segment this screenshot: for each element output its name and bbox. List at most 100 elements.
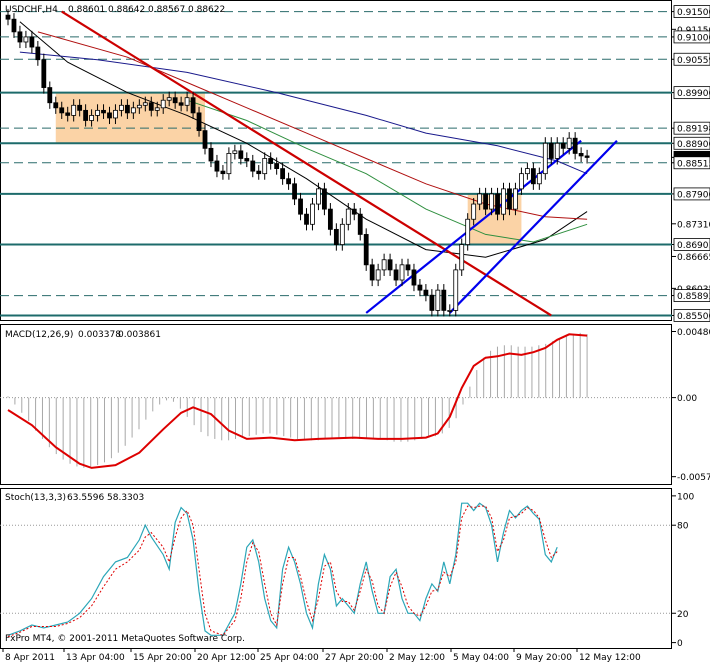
time-tick-label: 12 May 12:00 (579, 653, 641, 663)
candle-body (23, 36, 29, 43)
price-title: USDCHF,H4 (5, 5, 58, 15)
candle-body (572, 137, 578, 154)
chart-window: 0.00480 0.00 -0.00574 100 80 20 0 0.91500 0.91… (0, 0, 710, 663)
time-tick-label: 15 Apr 20:00 (133, 653, 192, 663)
candle-body (477, 193, 483, 205)
range-zone-0 (55, 92, 206, 144)
candle-body (399, 264, 405, 281)
candle-body (316, 188, 321, 205)
candle-body (483, 193, 489, 210)
candle-body (495, 193, 500, 215)
candle-body (83, 109, 89, 121)
candle-body (501, 188, 506, 215)
stoch-signal-value: 58.3303 (107, 493, 144, 503)
stoch-title: Stoch(13,3,3) (5, 493, 66, 503)
candle-body (268, 158, 274, 164)
candle-body (196, 112, 202, 132)
time-tick-label: 13 Apr 04:00 (66, 653, 125, 663)
candle-body (59, 107, 65, 114)
candle-body (148, 102, 154, 111)
time-tick-label: 20 Apr 12:00 (197, 653, 256, 663)
ohlc-low: 0.88567 (148, 5, 185, 15)
candle-body (35, 46, 41, 61)
candle-body (101, 109, 106, 114)
candle-body (393, 269, 399, 281)
price-tick-label: 0.89900 (677, 89, 710, 99)
stoch-main-value: 63.5596 (67, 493, 104, 503)
price-tick-label: 0.91000 (677, 33, 710, 43)
candle-body (542, 142, 548, 175)
price-tick-label: 0.85893 (677, 292, 710, 302)
candle-body (11, 18, 17, 33)
price-axis: 0.915000.911500.910000.905590.899000.891… (672, 5, 710, 322)
candle-body (578, 153, 584, 157)
candle-body (292, 183, 297, 200)
macd-panel (0, 324, 672, 485)
candle-body (453, 269, 459, 311)
candle-body (345, 208, 351, 225)
candle-body (357, 213, 363, 235)
candle-body (178, 102, 184, 106)
time-tick-label: 27 Apr 20:00 (325, 653, 384, 663)
candle-body (113, 109, 118, 119)
macd-tick-label: 0.00 (677, 394, 697, 404)
candle-body (405, 264, 411, 271)
candle-body (136, 104, 142, 109)
candle-body (333, 228, 339, 245)
candle-body (471, 203, 477, 220)
candle-body (560, 142, 566, 149)
macd-tick-label: 0.00480 (677, 328, 710, 338)
macd-tick-label: -0.00574 (677, 473, 710, 483)
candle-body (429, 294, 435, 311)
price-tick-label: 0.91500 (677, 8, 710, 18)
candle-body (381, 259, 387, 271)
candle-body (507, 188, 512, 210)
time-tick-label: 2 May 12:00 (389, 653, 445, 663)
stoch-tick-label: 80 (677, 522, 689, 532)
candle-body (274, 163, 280, 169)
candle-body (107, 112, 112, 119)
price-tick-label: 0.87900 (677, 190, 710, 200)
stoch-tick-label: 20 (677, 610, 689, 620)
macd-title: MACD(12,26,9) (5, 330, 73, 340)
candle-body (29, 36, 35, 48)
candle-body (214, 160, 220, 172)
candle-body (536, 173, 542, 185)
candle-body (172, 97, 178, 104)
time-axis: 8 Apr 2011 13 Apr 04:00 15 Apr 20:00 20 Apr… (2, 648, 641, 663)
candle-body (423, 289, 429, 296)
candle-body (310, 203, 315, 225)
candle-body (5, 14, 11, 20)
candle-body (584, 155, 590, 158)
price-tick-label: 0.88515 (677, 159, 710, 169)
ohlc-open: 0.88601 (68, 5, 105, 15)
candle-body (411, 269, 417, 286)
candle-body (322, 188, 327, 210)
price-tick-label: 0.90559 (677, 56, 710, 66)
candle-body (166, 97, 172, 101)
candle-body (465, 218, 471, 245)
stoch-tick-label: 100 (677, 492, 694, 502)
candle-body (47, 87, 53, 104)
price-tick-label: 0.86901 (677, 241, 710, 251)
candle-body (160, 99, 166, 109)
candle-body (548, 142, 554, 159)
candle-body (304, 213, 309, 225)
candle-body (280, 168, 286, 180)
ohlc-close: 0.88622 (188, 5, 225, 15)
ohlc-high: 0.88642 (108, 5, 145, 15)
candle-body (184, 97, 190, 106)
macd-main-value: 0.003378 (78, 330, 121, 340)
price-tick-label: 0.89198 (677, 125, 710, 135)
stoch-tick-label: 0 (677, 639, 683, 649)
candle-body (339, 223, 345, 245)
candle-body (489, 193, 494, 210)
candle-body (375, 269, 381, 281)
candle-body (250, 160, 256, 172)
stoch-panel (0, 488, 672, 649)
time-tick-label: 8 Apr 2011 (5, 653, 55, 663)
candle-body (220, 170, 226, 175)
candle-body (95, 109, 100, 116)
candle-body (447, 310, 453, 312)
candle-body (238, 150, 244, 159)
